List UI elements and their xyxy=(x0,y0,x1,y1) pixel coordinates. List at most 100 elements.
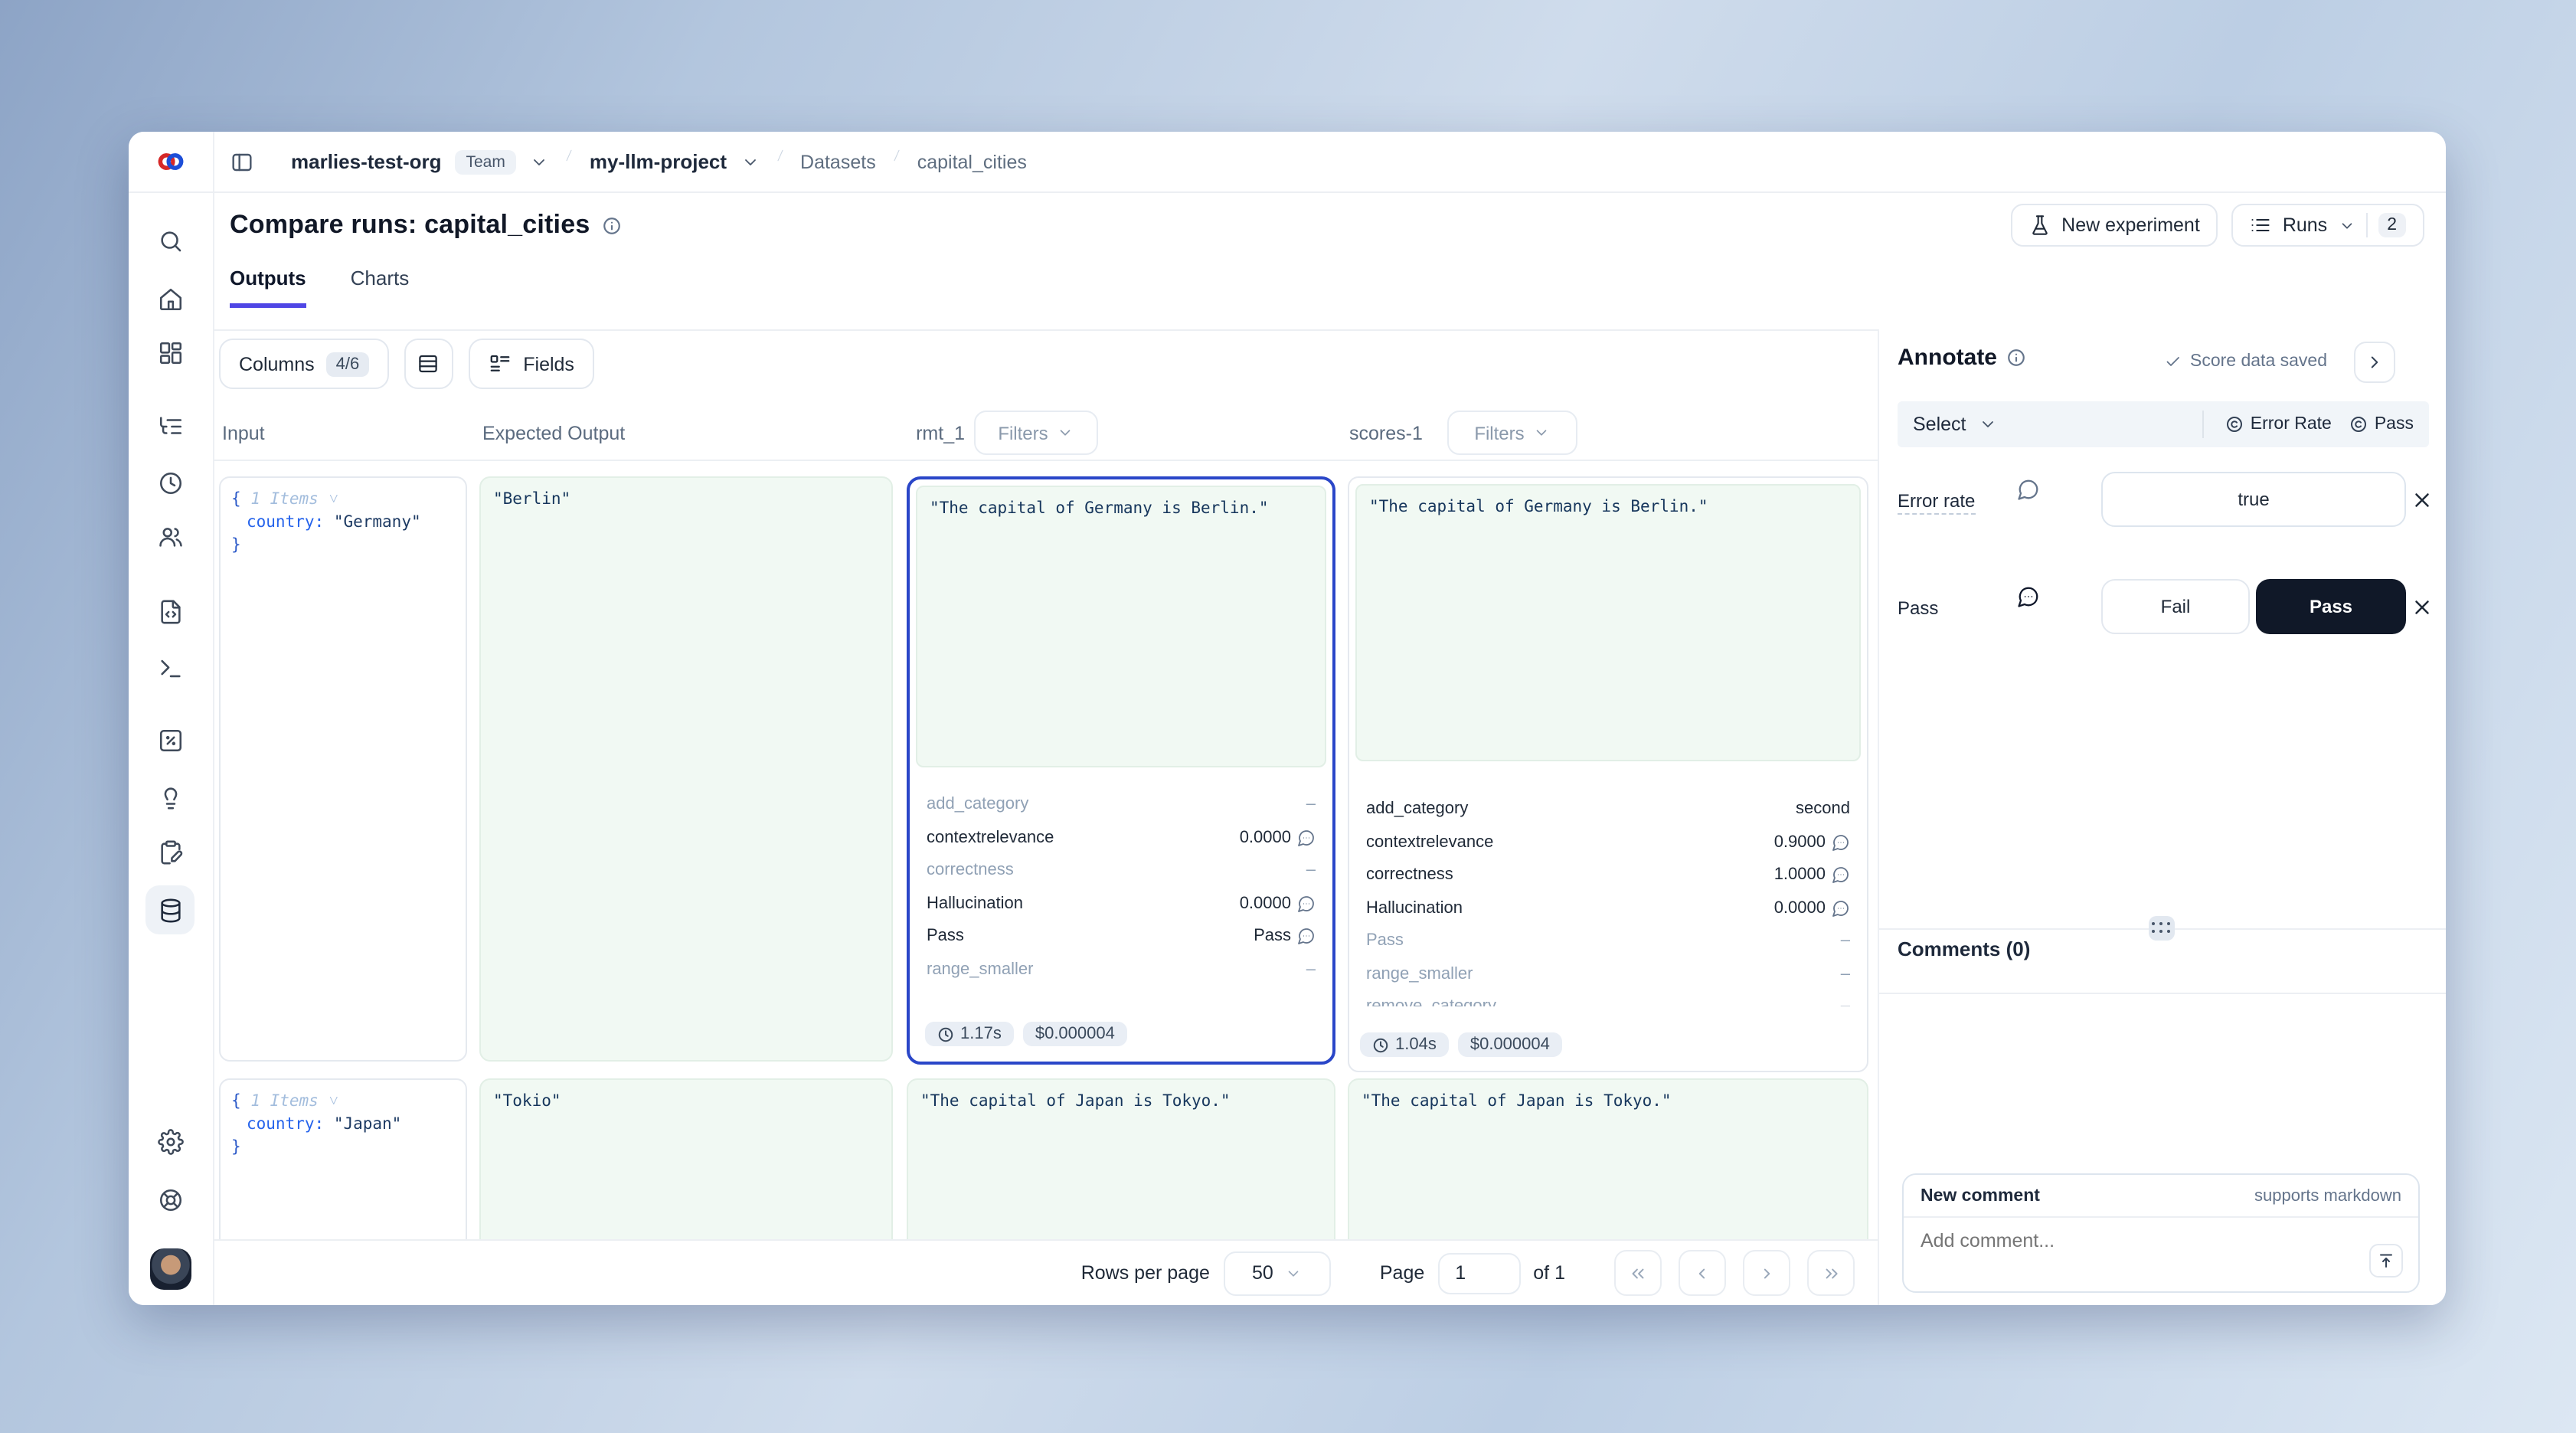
info-icon[interactable] xyxy=(2006,348,2026,368)
run1-output-cell[interactable]: "The capital of Japan is Tokyo." xyxy=(907,1078,1335,1239)
error-rate-label[interactable]: Error rate xyxy=(1898,490,1975,515)
chevron-down-icon[interactable] xyxy=(1979,415,1997,433)
expected-output-cell[interactable]: "Berlin" xyxy=(479,476,893,1062)
rows-per-page-select[interactable]: 50 xyxy=(1224,1251,1331,1295)
comment-bubble-dots-icon[interactable] xyxy=(2017,585,2040,608)
support-icon[interactable] xyxy=(158,1187,184,1213)
page-total-label: of 1 xyxy=(1533,1262,1565,1284)
input-cell[interactable]: { 1 Items ˅ country: "Japan" } xyxy=(219,1078,467,1239)
input-cell[interactable]: { 1 Items ˅ country: "Germany" } xyxy=(219,476,467,1062)
run1-filters-button[interactable]: Filters xyxy=(974,411,1098,455)
datasets-icon[interactable] xyxy=(158,898,184,924)
playground-icon[interactable] xyxy=(158,656,184,682)
expected-output-cell[interactable]: "Tokio" xyxy=(479,1078,893,1239)
cost-badge: $0.000004 xyxy=(1458,1032,1562,1057)
resize-handle[interactable] xyxy=(2149,916,2175,941)
users-icon[interactable] xyxy=(158,524,184,550)
pass-fail-button[interactable]: Fail xyxy=(2101,579,2250,634)
comment-input[interactable] xyxy=(1904,1218,2418,1282)
score-row[interactable]: correctness1.0000 xyxy=(1366,861,1850,888)
column-header-run2: scores-1 xyxy=(1349,423,1423,444)
run2-filters-button[interactable]: Filters xyxy=(1447,411,1577,455)
score-row[interactable]: correctness– xyxy=(927,856,1316,884)
title-row: Compare runs: capital_cities New experim… xyxy=(230,199,2424,251)
breadcrumb-org[interactable]: marlies-test-org xyxy=(291,150,442,173)
settings-icon[interactable] xyxy=(158,1129,184,1155)
sidebar xyxy=(129,132,214,1305)
comment-bubble-icon[interactable] xyxy=(1297,895,1316,913)
previous-page-button[interactable] xyxy=(1679,1250,1726,1296)
pass-pass-button[interactable]: Pass xyxy=(2256,579,2406,634)
breadcrumb-separator xyxy=(562,149,576,175)
last-page-button[interactable] xyxy=(1807,1250,1855,1296)
page-input[interactable] xyxy=(1438,1252,1521,1294)
score-row[interactable]: contextrelevance0.9000 xyxy=(1366,829,1850,856)
remove-error-rate-score-button[interactable] xyxy=(2411,489,2434,512)
evaluation-icon[interactable] xyxy=(158,728,184,754)
score-row[interactable]: Hallucination0.0000 xyxy=(1366,895,1850,922)
chevron-down-icon xyxy=(1058,424,1074,441)
annotation-queues-icon[interactable] xyxy=(158,839,184,865)
score-row[interactable]: PassPass xyxy=(927,922,1316,950)
clock-icon xyxy=(937,1026,954,1042)
run2-output-text: "The capital of Germany is Berlin." xyxy=(1355,484,1861,761)
judge-icon[interactable] xyxy=(158,784,184,810)
new-comment-header: New comment supports markdown xyxy=(1904,1175,2418,1218)
home-icon[interactable] xyxy=(158,286,184,312)
check-icon xyxy=(2164,352,2182,371)
new-experiment-button[interactable]: New experiment xyxy=(2011,204,2218,247)
score-select-dropdown[interactable]: Select xyxy=(1913,414,1966,435)
run2-output-cell[interactable]: "The capital of Germany is Berlin." add_… xyxy=(1348,476,1868,1072)
score-row[interactable]: add_category– xyxy=(927,790,1316,818)
breadcrumb-datasets[interactable]: Datasets xyxy=(800,151,876,172)
breadcrumb-dataset-name[interactable]: capital_cities xyxy=(917,151,1027,172)
run1-output-cell-selected[interactable]: "The capital of Germany is Berlin." add_… xyxy=(907,476,1335,1065)
score-row[interactable]: Hallucination0.0000 xyxy=(927,890,1316,918)
row-height-button[interactable] xyxy=(404,339,453,389)
org-plan-badge: Team xyxy=(456,149,516,174)
score-row[interactable]: contextrelevance0.0000 xyxy=(927,824,1316,852)
comment-bubble-icon[interactable] xyxy=(2017,478,2040,501)
prompts-icon[interactable] xyxy=(158,599,184,625)
score-row[interactable]: range_smaller– xyxy=(1366,960,1850,988)
fields-icon xyxy=(488,352,511,375)
score-row[interactable]: add_categorysecond xyxy=(1366,795,1850,823)
comment-bubble-icon[interactable] xyxy=(1832,865,1850,884)
markdown-hint: supports markdown xyxy=(2254,1186,2401,1205)
score-row[interactable]: Pass– xyxy=(1366,927,1850,954)
annotate-panel: Annotate Score data saved Select Error R… xyxy=(1878,329,2446,1305)
breadcrumb-project[interactable]: my-llm-project xyxy=(590,150,727,173)
score-chip-error-rate[interactable]: Error Rate xyxy=(2226,415,2332,433)
comment-bubble-icon[interactable] xyxy=(1297,829,1316,847)
error-rate-input[interactable] xyxy=(2101,472,2406,527)
sessions-icon[interactable] xyxy=(158,470,184,496)
pass-label[interactable]: Pass xyxy=(1898,597,1938,619)
comment-bubble-icon[interactable] xyxy=(1297,927,1316,945)
chevron-down-icon[interactable] xyxy=(740,152,759,171)
collapse-panel-button[interactable] xyxy=(2354,342,2395,383)
next-page-button[interactable] xyxy=(1743,1250,1790,1296)
runs-button[interactable]: Runs 2 xyxy=(2232,204,2424,247)
chevron-down-icon[interactable] xyxy=(530,152,548,171)
first-page-button[interactable] xyxy=(1614,1250,1662,1296)
score-chip-pass[interactable]: Pass xyxy=(2350,415,2414,433)
breadcrumb: marlies-test-org Team my-llm-project Dat… xyxy=(213,132,2446,191)
columns-count-badge: 4/6 xyxy=(327,352,369,376)
tab-charts[interactable]: Charts xyxy=(351,267,410,308)
tracing-icon[interactable] xyxy=(158,414,184,440)
dashboard-icon[interactable] xyxy=(158,340,184,366)
search-icon[interactable] xyxy=(158,228,184,254)
info-icon[interactable] xyxy=(602,215,622,235)
run2-output-cell[interactable]: "The capital of Japan is Tokyo." xyxy=(1348,1078,1868,1239)
remove-pass-score-button[interactable] xyxy=(2411,596,2434,619)
app-logo-icon xyxy=(156,147,185,176)
columns-button[interactable]: Columns 4/6 xyxy=(219,339,388,389)
tab-outputs[interactable]: Outputs xyxy=(230,267,306,308)
comment-bubble-icon[interactable] xyxy=(1832,833,1850,852)
comment-bubble-icon[interactable] xyxy=(1832,899,1850,918)
submit-comment-button[interactable] xyxy=(2369,1244,2403,1278)
fields-button[interactable]: Fields xyxy=(468,339,594,389)
user-avatar[interactable] xyxy=(150,1248,191,1290)
sidebar-toggle-icon[interactable] xyxy=(230,149,254,174)
header-divider xyxy=(129,191,2446,193)
